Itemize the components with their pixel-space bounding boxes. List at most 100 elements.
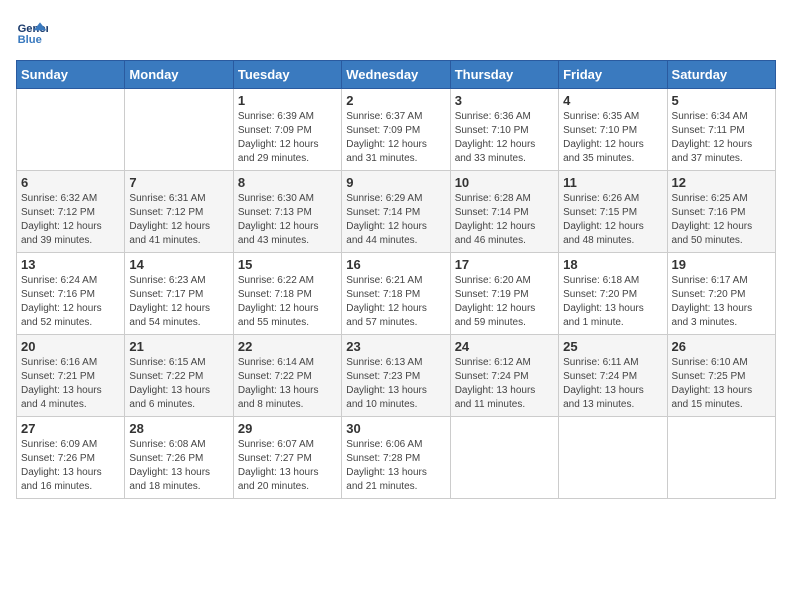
logo: General Blue [16, 16, 48, 48]
day-info: Sunrise: 6:17 AMSunset: 7:20 PMDaylight:… [672, 274, 771, 330]
day-info: Sunrise: 6:08 AMSunset: 7:26 PMDaylight:… [129, 438, 228, 494]
weekday-header-cell: Thursday [450, 61, 558, 89]
weekday-header-row: SundayMondayTuesdayWednesdayThursdayFrid… [17, 61, 776, 89]
day-number: 3 [455, 93, 554, 108]
calendar-week-row: 1 Sunrise: 6:39 AMSunset: 7:09 PMDaylight… [17, 89, 776, 171]
calendar-cell [667, 417, 775, 499]
day-info: Sunrise: 6:32 AMSunset: 7:12 PMDaylight:… [21, 192, 120, 248]
day-info: Sunrise: 6:20 AMSunset: 7:19 PMDaylight:… [455, 274, 554, 330]
calendar-cell: 21Sunrise: 6:15 AMSunset: 7:22 PMDayligh… [125, 335, 233, 417]
day-info: Sunrise: 6:13 AMSunset: 7:23 PMDaylight:… [346, 356, 445, 412]
day-number: 15 [238, 257, 337, 272]
day-info: Sunrise: 6:34 AMSunset: 7:11 PMDaylight:… [672, 110, 771, 166]
calendar-cell: 25 Sunrise: 6:11 AMSunset: 7:24 PMDayligh… [559, 335, 667, 417]
day-number: 20 [21, 339, 120, 354]
calendar-cell: 2 Sunrise: 6:37 AMSunset: 7:09 PMDaylight… [342, 89, 450, 171]
calendar-cell: 30Sunrise: 6:06 AMSunset: 7:28 PMDayligh… [342, 417, 450, 499]
day-number: 1 [238, 93, 337, 108]
day-info: Sunrise: 6:07 AMSunset: 7:27 PMDaylight:… [238, 438, 337, 494]
calendar-cell: 29 Sunrise: 6:07 AMSunset: 7:27 PMDayligh… [233, 417, 341, 499]
day-info: Sunrise: 6:29 AMSunset: 7:14 PMDaylight:… [346, 192, 445, 248]
day-number: 26 [672, 339, 771, 354]
calendar-cell: 12 Sunrise: 6:25 AMSunset: 7:16 PMDayligh… [667, 171, 775, 253]
calendar-cell: 26 Sunrise: 6:10 AMSunset: 7:25 PMDayligh… [667, 335, 775, 417]
day-number: 4 [563, 93, 662, 108]
day-info: Sunrise: 6:35 AMSunset: 7:10 PMDaylight:… [563, 110, 662, 166]
day-number: 25 [563, 339, 662, 354]
calendar-cell [450, 417, 558, 499]
calendar-cell: 22 Sunrise: 6:14 AMSunset: 7:22 PMDayligh… [233, 335, 341, 417]
weekday-header-cell: Saturday [667, 61, 775, 89]
weekday-header-cell: Tuesday [233, 61, 341, 89]
day-number: 6 [21, 175, 120, 190]
day-info: Sunrise: 6:25 AMSunset: 7:16 PMDaylight:… [672, 192, 771, 248]
day-number: 11 [563, 175, 662, 190]
calendar-cell: 7 Sunrise: 6:31 AMSunset: 7:12 PMDaylight… [125, 171, 233, 253]
day-info: Sunrise: 6:26 AMSunset: 7:15 PMDaylight:… [563, 192, 662, 248]
day-info: Sunrise: 6:18 AMSunset: 7:20 PMDaylight:… [563, 274, 662, 330]
day-info: Sunrise: 6:24 AMSunset: 7:16 PMDaylight:… [21, 274, 120, 330]
logo-icon: General Blue [16, 16, 48, 48]
calendar-cell: 16 Sunrise: 6:21 AMSunset: 7:18 PMDayligh… [342, 253, 450, 335]
calendar-table: SundayMondayTuesdayWednesdayThursdayFrid… [16, 60, 776, 499]
day-number: 14 [129, 257, 228, 272]
day-info: Sunrise: 6:21 AMSunset: 7:18 PMDaylight:… [346, 274, 445, 330]
calendar-cell: 18Sunrise: 6:18 AMSunset: 7:20 PMDayligh… [559, 253, 667, 335]
day-number: 9 [346, 175, 445, 190]
day-info: Sunrise: 6:14 AMSunset: 7:22 PMDaylight:… [238, 356, 337, 412]
day-info: Sunrise: 6:23 AMSunset: 7:17 PMDaylight:… [129, 274, 228, 330]
calendar-week-row: 27 Sunrise: 6:09 AMSunset: 7:26 PMDayligh… [17, 417, 776, 499]
day-info: Sunrise: 6:06 AMSunset: 7:28 PMDaylight:… [346, 438, 445, 494]
calendar-week-row: 13 Sunrise: 6:24 AMSunset: 7:16 PMDayligh… [17, 253, 776, 335]
weekday-header-cell: Wednesday [342, 61, 450, 89]
calendar-body: 1 Sunrise: 6:39 AMSunset: 7:09 PMDaylight… [17, 89, 776, 499]
weekday-header-cell: Friday [559, 61, 667, 89]
day-number: 17 [455, 257, 554, 272]
calendar-cell: 9 Sunrise: 6:29 AMSunset: 7:14 PMDaylight… [342, 171, 450, 253]
calendar-cell: 6 Sunrise: 6:32 AMSunset: 7:12 PMDaylight… [17, 171, 125, 253]
weekday-header-cell: Monday [125, 61, 233, 89]
calendar-cell: 14 Sunrise: 6:23 AMSunset: 7:17 PMDayligh… [125, 253, 233, 335]
day-number: 22 [238, 339, 337, 354]
day-number: 16 [346, 257, 445, 272]
calendar-cell: 5Sunrise: 6:34 AMSunset: 7:11 PMDaylight… [667, 89, 775, 171]
day-number: 13 [21, 257, 120, 272]
day-number: 19 [672, 257, 771, 272]
day-info: Sunrise: 6:11 AMSunset: 7:24 PMDaylight:… [563, 356, 662, 412]
calendar-cell: 4 Sunrise: 6:35 AMSunset: 7:10 PMDaylight… [559, 89, 667, 171]
day-info: Sunrise: 6:16 AMSunset: 7:21 PMDaylight:… [21, 356, 120, 412]
calendar-cell [559, 417, 667, 499]
calendar-week-row: 6 Sunrise: 6:32 AMSunset: 7:12 PMDaylight… [17, 171, 776, 253]
day-info: Sunrise: 6:39 AMSunset: 7:09 PMDaylight:… [238, 110, 337, 166]
day-info: Sunrise: 6:12 AMSunset: 7:24 PMDaylight:… [455, 356, 554, 412]
day-number: 8 [238, 175, 337, 190]
day-number: 2 [346, 93, 445, 108]
page-header: General Blue [16, 16, 776, 48]
calendar-cell: 8Sunrise: 6:30 AMSunset: 7:13 PMDaylight… [233, 171, 341, 253]
day-number: 10 [455, 175, 554, 190]
calendar-cell: 1 Sunrise: 6:39 AMSunset: 7:09 PMDaylight… [233, 89, 341, 171]
calendar-cell: 20 Sunrise: 6:16 AMSunset: 7:21 PMDayligh… [17, 335, 125, 417]
calendar-cell [17, 89, 125, 171]
day-info: Sunrise: 6:22 AMSunset: 7:18 PMDaylight:… [238, 274, 337, 330]
day-info: Sunrise: 6:10 AMSunset: 7:25 PMDaylight:… [672, 356, 771, 412]
day-number: 24 [455, 339, 554, 354]
day-number: 12 [672, 175, 771, 190]
day-number: 29 [238, 421, 337, 436]
calendar-cell [125, 89, 233, 171]
calendar-cell: 24 Sunrise: 6:12 AMSunset: 7:24 PMDayligh… [450, 335, 558, 417]
calendar-cell: 10 Sunrise: 6:28 AMSunset: 7:14 PMDayligh… [450, 171, 558, 253]
calendar-cell: 23Sunrise: 6:13 AMSunset: 7:23 PMDayligh… [342, 335, 450, 417]
weekday-header-cell: Sunday [17, 61, 125, 89]
day-info: Sunrise: 6:09 AMSunset: 7:26 PMDaylight:… [21, 438, 120, 494]
calendar-cell: 11 Sunrise: 6:26 AMSunset: 7:15 PMDayligh… [559, 171, 667, 253]
calendar-cell: 28Sunrise: 6:08 AMSunset: 7:26 PMDayligh… [125, 417, 233, 499]
calendar-cell: 17 Sunrise: 6:20 AMSunset: 7:19 PMDayligh… [450, 253, 558, 335]
day-info: Sunrise: 6:37 AMSunset: 7:09 PMDaylight:… [346, 110, 445, 166]
day-number: 27 [21, 421, 120, 436]
calendar-cell: 13 Sunrise: 6:24 AMSunset: 7:16 PMDayligh… [17, 253, 125, 335]
day-info: Sunrise: 6:28 AMSunset: 7:14 PMDaylight:… [455, 192, 554, 248]
day-number: 7 [129, 175, 228, 190]
svg-text:Blue: Blue [18, 34, 42, 46]
day-info: Sunrise: 6:31 AMSunset: 7:12 PMDaylight:… [129, 192, 228, 248]
